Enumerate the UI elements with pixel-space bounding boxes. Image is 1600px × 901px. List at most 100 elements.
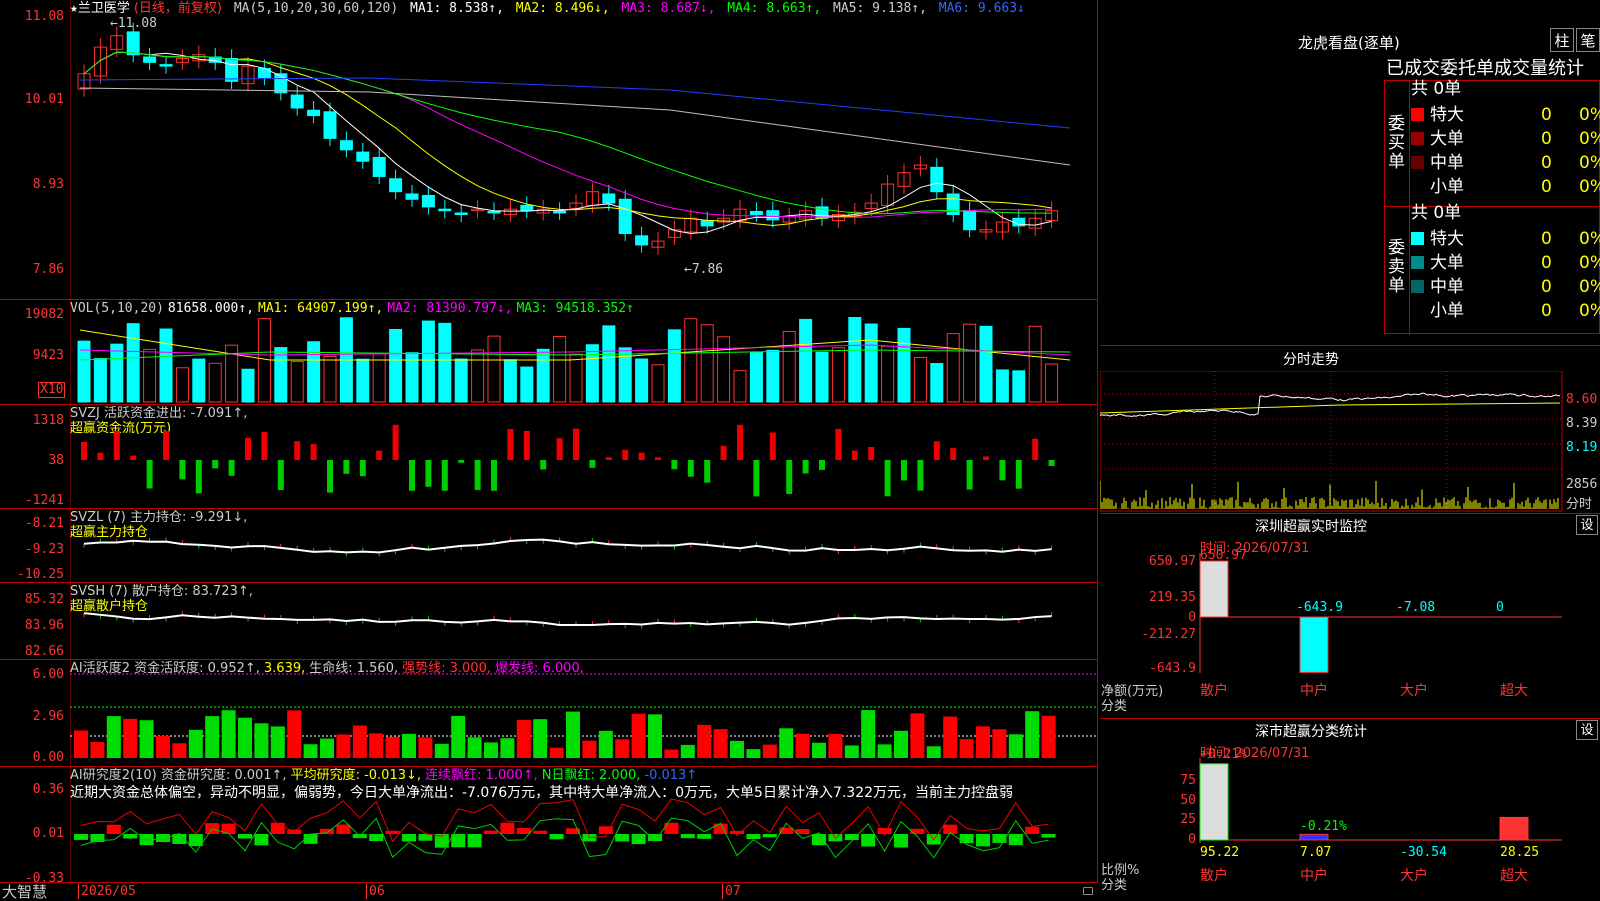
flow-bar — [507, 429, 514, 460]
activity-bar — [270, 726, 285, 758]
order-row: 中单 0 0% — [1411, 275, 1600, 299]
activity-bar — [697, 724, 712, 758]
ratio-label: -0.21% — [1300, 819, 1347, 834]
activity-bar — [926, 746, 941, 758]
research-bar — [500, 822, 515, 834]
category-label: 大户 — [1400, 867, 1428, 884]
flow-bar — [851, 450, 858, 460]
tab-orders[interactable]: 委托单 — [1440, 58, 1494, 79]
activity-bar — [910, 713, 925, 758]
activity-bar — [894, 730, 908, 758]
value-label: -7.08 — [1396, 600, 1435, 615]
flow-bar — [737, 424, 743, 460]
volume-bar — [93, 358, 107, 403]
candle — [930, 166, 944, 193]
svzj-chart[interactable] — [70, 405, 1098, 509]
kline-chart[interactable] — [70, 0, 1098, 300]
research-bar — [959, 834, 974, 844]
flow-bar — [327, 460, 333, 493]
flow-bar — [687, 460, 694, 477]
y-tick: 0 — [1188, 832, 1196, 847]
intraday-panel[interactable]: 分时走势 8.60 8.39 8.19 2856 分时 — [1100, 345, 1600, 514]
bar-mode-button[interactable]: 柱 — [1550, 28, 1574, 52]
order-row: 大单 0 0% — [1411, 251, 1600, 275]
volume-bar — [536, 348, 550, 403]
flow-bar — [950, 448, 957, 460]
svsh-panel[interactable]: 85.32 83.96 82.66 SVSH (7) 散户持仓: 83.723↑… — [0, 583, 1098, 660]
ratio-label: +0.21% — [1200, 747, 1247, 762]
tab-traded[interactable]: 已成交 — [1386, 58, 1440, 79]
research-bar — [533, 830, 548, 834]
ai-research-panel[interactable]: 0.36 0.01 -0.33 AI研究度2(10) 资金研究度: 0.001↑… — [0, 767, 1098, 886]
tick-mode-button[interactable]: 笔 — [1576, 28, 1600, 52]
lock-icon[interactable] — [1083, 887, 1093, 895]
y-tick: -8.21 — [24, 516, 64, 531]
candle — [257, 67, 271, 79]
volume-bar — [635, 358, 649, 403]
tab-volume-stats[interactable]: 成交量统计 — [1494, 58, 1584, 79]
svsh-chart[interactable] — [70, 583, 1098, 660]
flow-bar — [277, 460, 284, 490]
activity-bar — [1041, 715, 1056, 758]
class-bar — [1199, 763, 1229, 841]
ai-activity-chart[interactable] — [70, 660, 1098, 767]
intraday-chart[interactable] — [1100, 371, 1600, 513]
date-bar: 大智慧 2026/05 06 07 — [0, 882, 1098, 901]
svzl-chart[interactable] — [70, 509, 1098, 583]
flow-bar — [540, 460, 547, 470]
category-label: 大户 — [1400, 682, 1428, 699]
brand-logo: 大智慧 — [2, 883, 48, 901]
candle — [356, 151, 370, 162]
y-tick: 6.00 — [32, 667, 64, 682]
research-bar — [254, 834, 269, 846]
flow-bar — [966, 460, 973, 490]
volume-bar — [421, 320, 435, 403]
order-row: 特大 0 0% — [1411, 227, 1600, 251]
volume-bar — [766, 349, 780, 403]
activity-bar — [877, 744, 892, 758]
category-label: 超大 — [1500, 868, 1528, 884]
flow-bar — [753, 460, 760, 497]
research-bar — [451, 834, 466, 848]
y-tick: 11.08 — [24, 9, 64, 24]
svzl-panel[interactable]: -8.21 -9.23 -10.25 SVZL (7) 主力持仓: -9.291… — [0, 509, 1098, 583]
research-bar — [238, 834, 252, 839]
volume-chart[interactable] — [70, 300, 1098, 405]
research-bar — [156, 834, 170, 843]
candle — [307, 109, 321, 117]
volume-panel[interactable]: 19082 9423 X10 VOL(5,10,20) 81658.000↑, MA… — [0, 300, 1098, 405]
candle — [159, 64, 173, 67]
candle — [372, 156, 386, 177]
candle — [438, 208, 452, 212]
y-tick: 38 — [48, 453, 64, 468]
activity-bar — [205, 716, 220, 758]
legend-swatch — [1411, 256, 1424, 269]
y-tick: 0.01 — [32, 826, 64, 841]
sz-monitor-chart: 650.97 219.35 0 -212.27 -643.9 650.97 散户 -643.9… — [1141, 548, 1562, 699]
research-bar — [484, 830, 498, 834]
activity-bar — [976, 726, 990, 758]
svzj-panel[interactable]: 1318 38 -1241 SVZJ 活跃资金进出: -7.091↑, 超赢资金… — [0, 405, 1098, 509]
research-bar — [762, 834, 777, 838]
volume-bar — [438, 322, 452, 403]
order-count: 0 — [1541, 253, 1552, 273]
flow-bar — [310, 444, 317, 460]
flow-bar — [933, 441, 940, 460]
activity-bar — [779, 728, 794, 758]
flow-bar — [523, 430, 530, 460]
volume-bar — [208, 362, 222, 403]
volume-bar — [192, 358, 206, 403]
legend-swatch — [1411, 132, 1424, 145]
activity-bar — [959, 739, 974, 758]
volume-bar — [372, 353, 386, 403]
y-tick: -10.25 — [17, 567, 64, 582]
flow-bar — [212, 460, 219, 469]
volume-bar — [667, 329, 681, 403]
research-bar — [1041, 834, 1056, 838]
volume-bar — [241, 368, 255, 403]
ai-activity-panel[interactable]: 6.00 2.96 0.00 AI活跃度2 资金活跃度: 0.952↑, 3.63… — [0, 660, 1098, 767]
flow-bar — [556, 438, 563, 460]
class-bar — [1299, 833, 1329, 841]
kline-panel[interactable]: 11.08 10.01 8.93 7.86 ★兰卫医学 (日线，前复权) MA(5… — [0, 0, 1098, 300]
ai-research-chart[interactable] — [70, 767, 1098, 882]
